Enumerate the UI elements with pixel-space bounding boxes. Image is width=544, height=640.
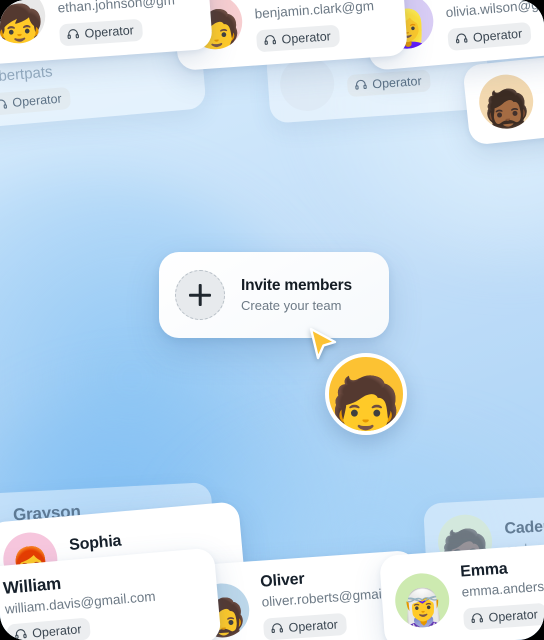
member-email: robertpats	[0, 63, 54, 87]
role-badge: Operator	[447, 21, 533, 51]
role-badge: Operator	[346, 69, 432, 97]
member-info: robertpats Operator	[0, 59, 72, 118]
invite-members-card[interactable]: Invite members Create your team	[159, 252, 389, 338]
member-info: Olivia olivia.wilson@gm Operator	[443, 0, 544, 51]
avatar-emoji: 🧝‍♀️	[396, 586, 450, 629]
role-badge-label: Operator	[31, 621, 82, 640]
cursor-arrow-icon	[309, 327, 337, 360]
member-email: olivia.wilson@gm	[445, 0, 544, 21]
member-info: Benjamin benjamin.clark@gm Operator	[253, 0, 377, 52]
member-info: William william.davis@gmail.com Operator	[0, 566, 159, 640]
headset-icon	[471, 613, 483, 624]
member-name: Caden	[504, 518, 544, 538]
role-badge-label: Operator	[288, 617, 339, 635]
role-badge-label: Operator	[11, 91, 63, 110]
invite-subtitle: Create your team	[241, 298, 342, 313]
member-card-bearded-right[interactable]: 🧔🏾	[462, 50, 544, 146]
role-badge: Operator	[262, 612, 348, 640]
member-card-emma[interactable]: 🧝‍♀️ Emma emma.anderson@ Operator	[379, 539, 544, 640]
member-email: ethan.johnson@gm	[57, 0, 176, 16]
member-email: benjamin.clark@gm	[254, 0, 375, 22]
headset-icon	[67, 29, 79, 39]
headset-icon	[271, 623, 283, 634]
role-badge: Operator	[0, 86, 72, 117]
role-badge-label: Operator	[281, 28, 332, 47]
avatar: 🧔🏾	[476, 71, 536, 132]
role-badge: Operator	[255, 24, 341, 52]
plus-icon[interactable]	[175, 270, 225, 320]
role-badge-label: Operator	[488, 606, 539, 625]
role-badge: Operator	[6, 617, 92, 640]
invite-members-scene: Operator robertpats Operator 🧔🏾 👱‍♀️ Oli…	[0, 0, 544, 640]
headset-icon	[15, 629, 27, 640]
role-badge: Operator	[462, 602, 544, 631]
member-info: Ethan ethan.johnson@gm Operator	[56, 0, 178, 47]
avatar: 🧝‍♀️	[393, 571, 452, 629]
role-badge-label: Operator	[84, 22, 135, 41]
member-name: Emma	[459, 560, 509, 581]
headset-icon	[455, 33, 468, 44]
member-info: Emma emma.anderson@ Operator	[460, 556, 544, 631]
avatar-emoji: 🧔🏾	[480, 87, 535, 132]
member-info: Oliver oliver.roberts@gmail. Operator	[260, 565, 391, 640]
headset-icon	[264, 35, 276, 45]
role-badge: Operator	[58, 18, 144, 47]
headset-icon	[0, 99, 7, 109]
current-user-emoji: 🧑	[329, 375, 403, 435]
invite-text-group: Invite members Create your team	[241, 277, 352, 313]
current-user-avatar[interactable]: 🧑	[325, 353, 407, 435]
avatar: 🧒	[0, 0, 48, 45]
role-badge-label: Operator	[472, 26, 523, 45]
avatar	[278, 55, 336, 113]
headset-icon	[355, 80, 367, 90]
invite-title: Invite members	[241, 277, 352, 294]
avatar-emoji: 🧒	[0, 2, 46, 45]
role-badge-label: Operator	[371, 73, 423, 92]
